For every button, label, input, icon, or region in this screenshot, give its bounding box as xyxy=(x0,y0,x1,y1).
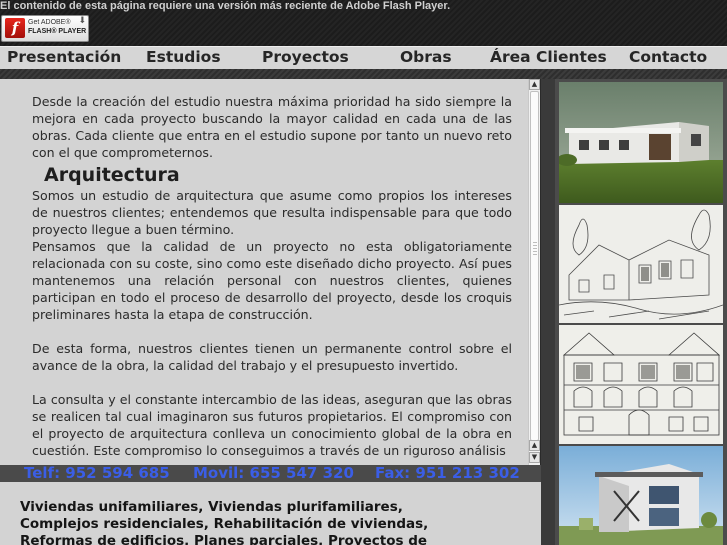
phone-number: Telf: 952 594 685 xyxy=(24,464,170,482)
download-arrow-icon: ⬇ xyxy=(78,16,86,26)
paragraph-1: Somos un estudio de arquitectura que asu… xyxy=(32,188,512,237)
nav-item-area-clientes[interactable]: Área Clientes xyxy=(490,47,607,69)
content-scroll-area[interactable]: Desde la creación del estudio nuestra má… xyxy=(0,79,528,465)
flash-badge-line1: Get ADOBE® xyxy=(28,19,71,26)
contact-bar: Telf: 952 594 685 Movil: 655 547 320 Fax… xyxy=(0,465,541,482)
project-gallery xyxy=(555,79,727,545)
nav-item-obras[interactable]: Obras xyxy=(400,47,452,69)
scroll-thumb[interactable] xyxy=(530,91,539,441)
content-scrollbar[interactable]: ▲ ▲ ▼ xyxy=(528,79,540,465)
sketch-facade-photo xyxy=(559,325,723,444)
flash-notice-bar: El contenido de esta página requiere una… xyxy=(0,0,727,46)
intro-paragraph: Desde la creación del estudio nuestra má… xyxy=(32,94,512,160)
nav-item-estudios[interactable]: Estudios xyxy=(146,47,221,69)
scroll-down-button[interactable]: ▼ xyxy=(529,452,540,463)
services-panel: Viviendas unifamiliares, Viviendas pluri… xyxy=(0,482,541,545)
get-flash-player-button[interactable]: f Get ADOBE® FLASH® PLAYER ⬇ xyxy=(1,15,89,42)
flash-badge-line2: FLASH® PLAYER xyxy=(28,28,87,35)
nav-item-proyectos[interactable]: Proyectos xyxy=(262,47,349,69)
paragraph-2: Pensamos que la calidad de un proyecto n… xyxy=(32,239,512,322)
scroll-up-button[interactable]: ▲ xyxy=(529,79,540,90)
section-heading: Arquitectura xyxy=(44,164,180,186)
column-divider xyxy=(541,79,555,545)
flash-message: El contenido de esta página requiere una… xyxy=(0,0,451,12)
nav-divider-strip xyxy=(0,69,727,79)
services-list: Viviendas unifamiliares, Viviendas pluri… xyxy=(20,499,429,545)
flash-logo-icon: f xyxy=(5,18,25,38)
main-nav: Presentación Estudios Proyectos Obras Ár… xyxy=(0,46,727,69)
paragraph-3: De esta forma, nuestros clientes tienen … xyxy=(32,341,512,373)
modern-house-render-photo xyxy=(559,446,723,545)
paragraph-4: La consulta y el constante intercambio d… xyxy=(32,392,512,458)
nav-item-presentacion[interactable]: Presentación xyxy=(7,47,121,69)
mobile-number: Movil: 655 547 320 xyxy=(193,464,354,482)
fax-number: Fax: 951 213 302 xyxy=(375,464,520,482)
content-body: Desde la creación del estudio nuestra má… xyxy=(32,93,512,459)
scroll-up-button-lower[interactable]: ▲ xyxy=(529,440,540,451)
house-render-photo xyxy=(559,82,723,203)
nav-item-contacto[interactable]: Contacto xyxy=(629,47,707,69)
thumb-grip-icon xyxy=(533,242,537,256)
sketch-villa-photo xyxy=(559,205,723,323)
